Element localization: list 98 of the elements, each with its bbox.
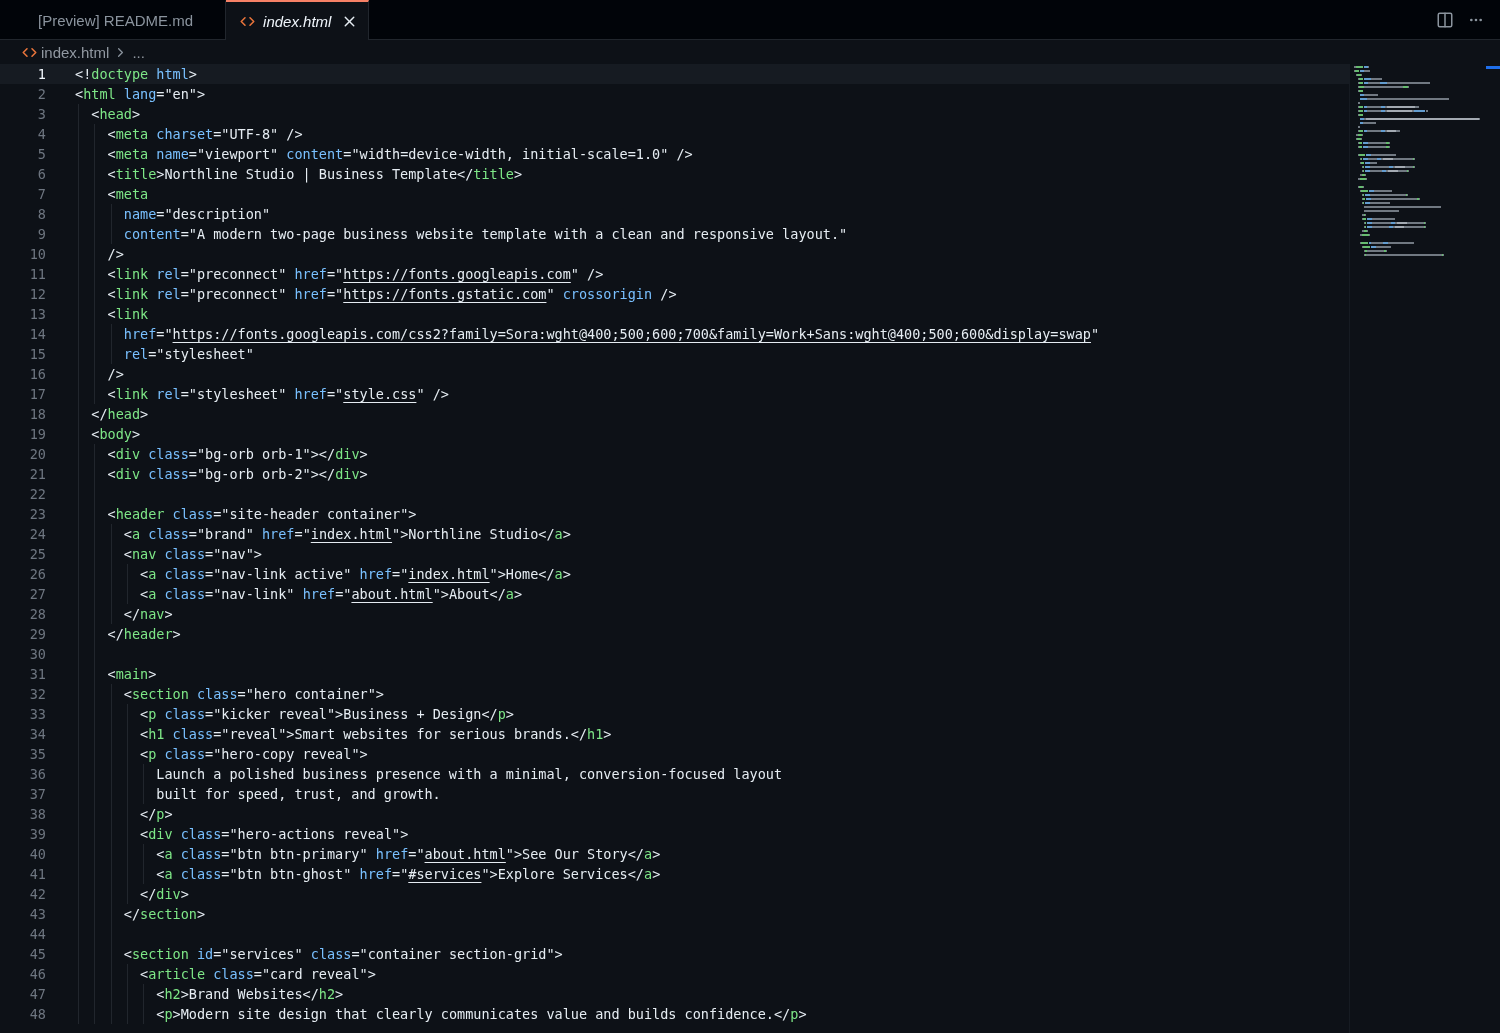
code-line: name="description" <box>75 204 1349 224</box>
editor-tab[interactable]: index.html <box>226 0 370 40</box>
code-line: Launch a polished business presence with a minimal, conversion-focused layout <box>75 764 1349 784</box>
line-number: 15 <box>28 346 46 362</box>
code-line: <link <box>75 304 1349 324</box>
line-number: 28 <box>28 606 46 622</box>
code-line: <meta <box>75 184 1349 204</box>
breadcrumb-item[interactable]: ... <box>132 43 145 61</box>
code-line: <body> <box>75 424 1349 444</box>
code-line: <p>Modern site design that clearly communicates value and builds confidence.</p> <box>75 1004 1349 1024</box>
code-line: <link rel="preconnect" href="https://fonts.gstatic.com" crossorigin /> <box>75 284 1349 304</box>
line-number: 8 <box>36 206 46 222</box>
line-number: 24 <box>28 526 46 542</box>
line-number: 30 <box>28 646 46 662</box>
line-number: 2 <box>36 86 46 102</box>
code-line: <a class="btn btn-ghost" href="#services">Explore Services</a> <box>75 864 1349 884</box>
line-number: 6 <box>36 166 46 182</box>
line-number: 4 <box>36 126 46 142</box>
code-line: <h1 class="reveal">Smart websites for serious brands.</h1> <box>75 724 1349 744</box>
line-number: 42 <box>28 886 46 902</box>
line-number: 32 <box>28 686 46 702</box>
code-line: <meta charset="UTF-8" /> <box>75 124 1349 144</box>
line-number: 45 <box>28 946 46 962</box>
code-line: built for speed, trust, and growth. <box>75 784 1349 804</box>
line-number: 44 <box>28 926 46 942</box>
line-number: 11 <box>28 266 46 282</box>
line-number: 13 <box>28 306 46 322</box>
code-line: </p> <box>75 804 1349 824</box>
code-line: <section id="services" class="container section-grid"> <box>75 944 1349 964</box>
code-line: <meta name="viewport" content="width=device-width, initial-scale=1.0" /> <box>75 144 1349 164</box>
code-line: </nav> <box>75 604 1349 624</box>
code-line: rel="stylesheet" <box>75 344 1349 364</box>
line-number: 27 <box>28 586 46 602</box>
line-number: 29 <box>28 626 46 642</box>
code-line: <title>Northline Studio | Business Template</title> <box>75 164 1349 184</box>
code-line: <p class="hero-copy reveal"> <box>75 744 1349 764</box>
line-number: 39 <box>28 826 46 842</box>
breadcrumb-item[interactable]: index.html <box>41 43 110 61</box>
code-line: <div class="hero-actions reveal"> <box>75 824 1349 844</box>
line-number: 3 <box>36 106 46 122</box>
line-number: 37 <box>28 786 46 802</box>
line-number: 1 <box>36 66 46 82</box>
line-number: 14 <box>28 326 46 342</box>
line-number: 46 <box>28 966 46 982</box>
line-number: 34 <box>28 726 46 742</box>
code-line: /> <box>75 244 1349 264</box>
line-number: 38 <box>28 806 46 822</box>
line-number: 35 <box>28 746 46 762</box>
line-number: 9 <box>36 226 46 242</box>
line-number: 40 <box>28 846 46 862</box>
code-line: <head> <box>75 104 1349 124</box>
line-number: 47 <box>28 986 46 1002</box>
line-number: 22 <box>28 486 46 502</box>
line-number: 41 <box>28 866 46 882</box>
line-number: 33 <box>28 706 46 722</box>
line-number: 17 <box>28 386 46 402</box>
code-line: <article class="card reveal"> <box>75 964 1349 984</box>
line-number: 19 <box>28 426 46 442</box>
code-line: <a class="brand" href="index.html">Northline Studio</a> <box>75 524 1349 544</box>
scrollbar-marker <box>1486 66 1500 69</box>
line-number: 18 <box>28 406 46 422</box>
code-line: </div> <box>75 884 1349 904</box>
code-line: </section> <box>75 904 1349 924</box>
line-number: 10 <box>28 246 46 262</box>
code-line: <main> <box>75 664 1349 684</box>
split-editor-icon[interactable] <box>1436 10 1454 29</box>
code-line: /> <box>75 364 1349 384</box>
code-line: <div class="bg-orb orb-2"></div> <box>75 464 1349 484</box>
line-number: 12 <box>28 286 46 302</box>
code-line: </header> <box>75 624 1349 644</box>
line-number: 7 <box>36 186 46 202</box>
line-number: 26 <box>28 566 46 582</box>
line-number: 36 <box>28 766 46 782</box>
code-line: <a class="nav-link active" href="index.html">Home</a> <box>75 564 1349 584</box>
code-line: <html lang="en"> <box>75 85 207 104</box>
code-line: content="A modern two-page business website template with a clean and responsive layout." <box>75 224 1349 244</box>
code-line: <header class="site-header container"> <box>75 504 1349 524</box>
code-line: <nav class="nav"> <box>75 544 1349 564</box>
code-line: <p class="kicker reveal">Business + Design</p> <box>75 704 1349 724</box>
code-line: <section class="hero container"> <box>75 684 1349 704</box>
code-line: <h2>Brand Websites</h2> <box>75 984 1349 1004</box>
line-number: 5 <box>36 146 46 162</box>
line-number: 48 <box>28 1006 46 1022</box>
code-line: <a class="nav-link" href="about.html">About</a> <box>75 584 1349 604</box>
code-line: <div class="bg-orb orb-1"></div> <box>75 444 1349 464</box>
code-line: <!doctype html> <box>75 65 198 84</box>
code-line: </head> <box>75 404 1349 424</box>
line-number: 16 <box>28 366 46 382</box>
line-number: 20 <box>28 446 46 462</box>
code-line: <link rel="preconnect" href="https://fonts.googleapis.com" /> <box>75 264 1349 284</box>
line-number: 21 <box>28 466 46 482</box>
line-number: 31 <box>28 666 46 682</box>
code-line: href="https://fonts.googleapis.com/css2?family=Sora:wght@400;500;600;700&family=Work+Sans:wght@400;500;600&display=swap" <box>75 324 1349 344</box>
line-number: 23 <box>28 506 46 522</box>
code-line: <a class="btn btn-primary" href="about.html">See Our Story</a> <box>75 844 1349 864</box>
code-line: <link rel="stylesheet" href="style.css" /> <box>75 384 1349 404</box>
line-number: 43 <box>28 906 46 922</box>
line-number: 25 <box>28 546 46 562</box>
